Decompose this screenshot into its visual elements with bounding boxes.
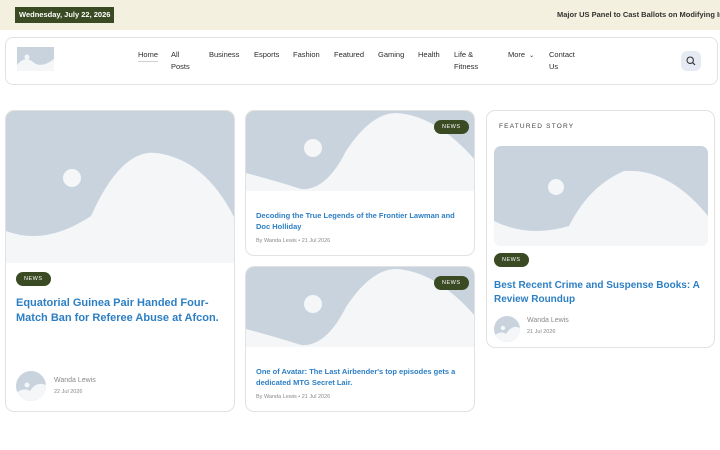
category-badge[interactable]: NEWS <box>434 120 469 134</box>
category-badge[interactable]: NEWS <box>494 253 529 267</box>
site-logo[interactable] <box>17 47 54 71</box>
nav-more[interactable]: More ⌄ <box>508 49 534 62</box>
category-badge[interactable]: NEWS <box>434 276 469 290</box>
featured-title[interactable]: Best Recent Crime and Suspense Books: A … <box>494 279 708 307</box>
author-name[interactable]: Wanda Lewis <box>54 377 96 384</box>
search-button[interactable] <box>681 51 701 71</box>
nav-featured[interactable]: Featured <box>334 49 364 61</box>
avatar-placeholder-image <box>16 371 46 401</box>
main-post-title[interactable]: Equatorial Guinea Pair Handed Four-Match… <box>16 296 228 326</box>
ticker-text[interactable]: Major US Panel to Cast Ballots on Modify… <box>557 10 720 19</box>
nav-esports[interactable]: Esports <box>254 49 279 61</box>
featured-image-placeholder[interactable] <box>494 146 708 246</box>
main-post-image-placeholder[interactable] <box>6 111 235 263</box>
category-badge[interactable]: NEWS <box>16 272 51 286</box>
top-bar: Wednesday, July 22, 2026 Major US Panel … <box>0 0 720 30</box>
author-name[interactable]: By Wanda Lewis <box>256 238 297 244</box>
featured-story-label: FEATURED STORY <box>499 123 575 130</box>
nav-life-fitness[interactable]: Life & Fitness <box>454 49 478 73</box>
post-date: 21 Jul 2026 <box>527 329 556 335</box>
main-post-card[interactable]: NEWS Equatorial Guinea Pair Handed Four-… <box>5 110 235 412</box>
mid-post-2-meta: By Wanda Lewis • 21 Jul 2026 <box>256 394 330 400</box>
mid-post-1-meta: By Wanda Lewis • 21 Jul 2026 <box>256 238 330 244</box>
author-name[interactable]: Wanda Lewis <box>527 317 569 324</box>
mid-post-card-2[interactable]: NEWS One of Avatar: The Last Airbender's… <box>245 266 475 412</box>
nav-home[interactable]: Home <box>138 49 159 62</box>
mid-post-card-1[interactable]: NEWS Decoding the True Legends of the Fr… <box>245 110 475 256</box>
nav-gaming[interactable]: Gaming <box>378 49 404 61</box>
mid-post-2-title[interactable]: One of Avatar: The Last Airbender's top … <box>256 366 466 388</box>
author-avatar[interactable] <box>16 371 46 401</box>
search-icon <box>686 56 696 66</box>
post-date: • 21 Jul 2026 <box>298 238 331 244</box>
nav-health[interactable]: Health <box>418 49 440 61</box>
post-date: • 21 Jul 2026 <box>298 394 331 400</box>
nav-contact[interactable]: Contact Us <box>549 49 575 73</box>
chevron-down-icon: ⌄ <box>529 53 535 59</box>
post-date: 22 Jul 2026 <box>54 389 83 395</box>
nav-all-posts[interactable]: All Posts <box>171 49 190 73</box>
logo-image-placeholder <box>17 47 54 71</box>
site-header: Home All Posts Business Esports Fashion … <box>5 37 718 85</box>
news-ticker[interactable]: Major US Panel to Cast Ballots on Modify… <box>520 10 720 19</box>
avatar-placeholder-image <box>494 316 520 342</box>
featured-story-card: FEATURED STORY NEWS Best Recent Crime an… <box>486 110 715 348</box>
author-name[interactable]: By Wanda Lewis <box>256 394 297 400</box>
nav-business[interactable]: Business <box>209 49 239 61</box>
date-badge: Wednesday, July 22, 2026 <box>15 7 115 23</box>
nav-fashion[interactable]: Fashion <box>293 49 320 61</box>
author-avatar[interactable] <box>494 316 520 342</box>
mid-post-1-title[interactable]: Decoding the True Legends of the Frontie… <box>256 210 466 232</box>
nav-more-label: More <box>508 50 526 59</box>
